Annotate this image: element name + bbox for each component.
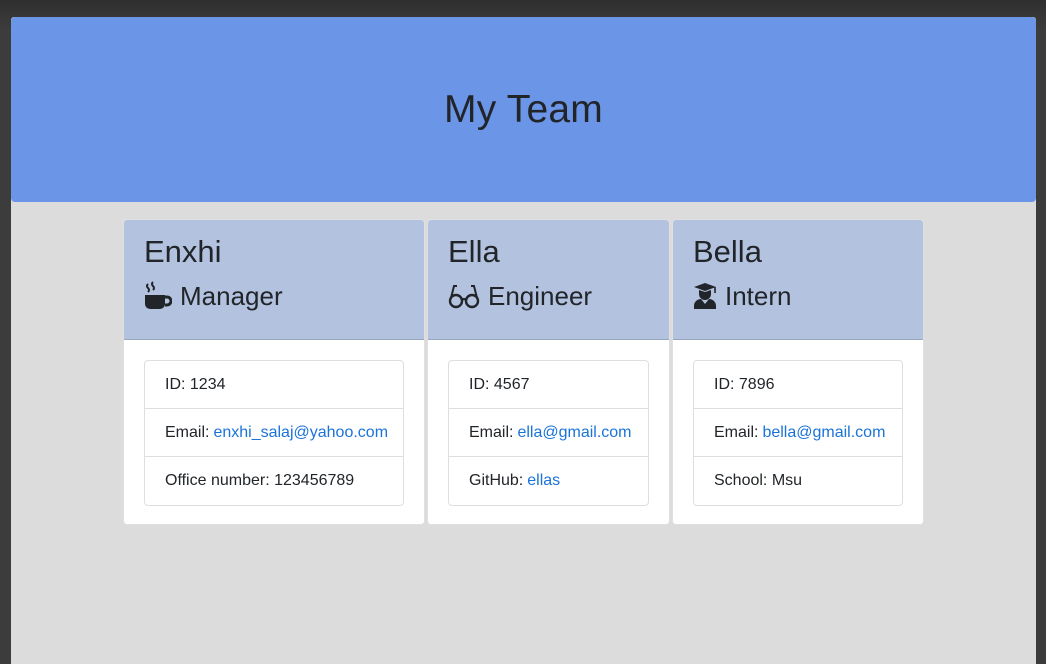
- id-label: ID:: [469, 375, 490, 393]
- employee-details: ID: 4567 Email: ella@gmail.com GitHub: e…: [448, 360, 649, 506]
- employee-card-intern: Bella Intern ID: 7896 Email: bella@gmail…: [672, 219, 924, 525]
- employee-role: Engineer: [448, 280, 649, 312]
- team-cards: Enxhi Manager ID: 1234 Email: enxhi_sala…: [123, 219, 924, 525]
- employee-role: Manager: [144, 280, 404, 312]
- employee-card-manager: Enxhi Manager ID: 1234 Email: enxhi_sala…: [123, 219, 425, 525]
- email-label: Email:: [714, 423, 759, 441]
- employee-name: Enxhi: [144, 234, 222, 269]
- github-link[interactable]: ellas: [527, 472, 560, 490]
- role-label: Intern: [725, 281, 792, 311]
- role-label: Manager: [180, 281, 283, 311]
- employee-email-row: Email: bella@gmail.com: [694, 409, 902, 457]
- office-number-label: Office number:: [165, 472, 270, 489]
- employee-details: ID: 1234 Email: enxhi_salaj@yahoo.com Of…: [144, 360, 404, 506]
- graduate-icon: [693, 282, 717, 310]
- github-label: GitHub:: [469, 472, 524, 489]
- card-header: Enxhi Manager: [124, 220, 424, 340]
- office-number-row: Office number: 123456789: [145, 457, 403, 505]
- employee-id-row: ID: 4567: [449, 361, 648, 409]
- email-link[interactable]: bella@gmail.com: [762, 424, 885, 442]
- employee-id-row: ID: 1234: [145, 361, 403, 409]
- employee-role: Intern: [693, 280, 903, 312]
- card-body: ID: 1234 Email: enxhi_salaj@yahoo.com Of…: [124, 340, 424, 524]
- card-header: Ella Engineer: [428, 220, 669, 340]
- email-label: Email:: [469, 423, 514, 441]
- employee-id-row: ID: 7896: [694, 361, 902, 409]
- email-link[interactable]: ella@gmail.com: [517, 424, 631, 442]
- github-row: GitHub: ellas: [449, 457, 648, 505]
- id-label: ID:: [165, 375, 186, 393]
- school-label: School:: [714, 472, 768, 489]
- employee-name: Ella: [448, 234, 500, 269]
- email-label: Email:: [165, 423, 210, 441]
- school-value: Msu: [771, 472, 803, 489]
- page-title: My Team: [444, 87, 603, 131]
- coffee-mug-icon: [144, 281, 172, 311]
- id-value: 4567: [493, 375, 530, 393]
- card-body: ID: 7896 Email: bella@gmail.com School: …: [673, 340, 923, 524]
- employee-details: ID: 7896 Email: bella@gmail.com School: …: [693, 360, 903, 506]
- school-row: School: Msu: [694, 457, 902, 505]
- email-link[interactable]: enxhi_salaj@yahoo.com: [213, 424, 388, 442]
- role-label: Engineer: [488, 281, 593, 311]
- office-number-value: 123456789: [274, 472, 355, 489]
- browser-viewport: My Team Enxhi Manager ID: 1234 Email: en…: [11, 17, 1036, 664]
- header-banner: My Team: [11, 17, 1036, 202]
- employee-email-row: Email: ella@gmail.com: [449, 409, 648, 457]
- employee-email-row: Email: enxhi_salaj@yahoo.com: [145, 409, 403, 457]
- employee-card-engineer: Ella Engineer ID: 4567 Email: ella@gmail…: [427, 219, 670, 525]
- card-body: ID: 4567 Email: ella@gmail.com GitHub: e…: [428, 340, 669, 524]
- card-header: Bella Intern: [673, 220, 923, 340]
- glasses-icon: [448, 283, 480, 309]
- employee-name: Bella: [693, 234, 762, 269]
- id-value: 7896: [738, 375, 775, 393]
- id-label: ID:: [714, 375, 735, 393]
- id-value: 1234: [189, 375, 226, 393]
